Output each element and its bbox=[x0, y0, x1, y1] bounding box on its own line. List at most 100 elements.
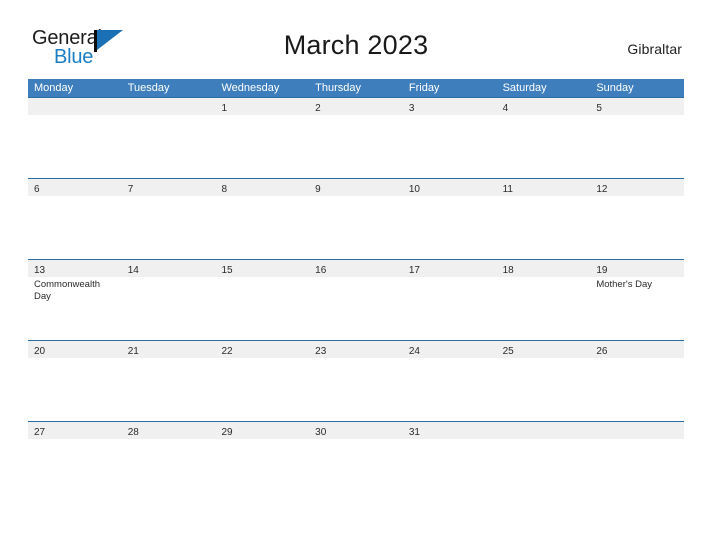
day-number-band: 9 bbox=[309, 179, 403, 196]
day-number-band: 4 bbox=[496, 98, 591, 115]
day-number-band: 8 bbox=[215, 179, 310, 196]
day-number-band: 27 bbox=[28, 422, 122, 439]
day-number: 22 bbox=[221, 346, 233, 357]
day-cell-26[interactable]: 26 bbox=[590, 341, 685, 421]
day-number-band: 12 bbox=[590, 179, 685, 196]
day-number: 24 bbox=[408, 346, 420, 357]
day-cell-13[interactable]: 13 Commonwealth Day bbox=[28, 260, 122, 340]
day-number-band: 3 bbox=[402, 98, 497, 115]
day-number: 5 bbox=[596, 103, 602, 114]
day-cell-15[interactable]: 15 bbox=[215, 260, 310, 340]
day-cell-31[interactable]: 31 bbox=[402, 422, 497, 451]
day-cell-21[interactable]: 21 bbox=[121, 341, 216, 421]
day-number-band bbox=[121, 98, 216, 115]
day-number: 4 bbox=[502, 103, 509, 114]
day-number-band: 28 bbox=[121, 422, 216, 439]
day-number: 31 bbox=[408, 427, 420, 438]
day-cell-1[interactable]: 1 bbox=[215, 98, 310, 178]
calendar-weeks: 1 2 3 4 5 6 7 8 9 10 11 12 13 Commonwealth Day 14 15 16 1… bbox=[28, 97, 685, 451]
day-number-band: 26 bbox=[590, 341, 685, 358]
event-label: Commonwealth Day bbox=[34, 279, 100, 302]
day-cell-27[interactable]: 27 bbox=[28, 422, 122, 451]
day-number-band: 21 bbox=[121, 341, 216, 358]
day-number-band: 5 bbox=[590, 98, 685, 115]
day-number-band: 18 bbox=[496, 260, 591, 277]
weekday-header-thursday: Thursday bbox=[315, 82, 362, 94]
day-number-band: 17 bbox=[402, 260, 497, 277]
week-row: 1 2 3 4 5 bbox=[28, 97, 685, 178]
day-cell-22[interactable]: 22 bbox=[215, 341, 310, 421]
weekday-header-sunday: Sunday bbox=[596, 82, 634, 94]
weekday-header-wednesday: Wednesday bbox=[221, 82, 280, 94]
day-number: 10 bbox=[408, 184, 420, 195]
day-cell-24[interactable]: 24 bbox=[402, 341, 497, 421]
weekday-header-tuesday: Tuesday bbox=[127, 82, 170, 94]
day-number-band: 30 bbox=[309, 422, 403, 439]
day-number-band: 10 bbox=[402, 179, 497, 196]
day-number-band: 25 bbox=[496, 341, 591, 358]
page-header: General Blue March 2023 Gibraltar bbox=[0, 0, 712, 76]
day-number-band: 31 bbox=[402, 422, 497, 439]
day-number: 9 bbox=[315, 184, 321, 195]
day-cell-23[interactable]: 23 bbox=[309, 341, 403, 421]
day-number: 6 bbox=[34, 184, 40, 195]
day-cell-7[interactable]: 7 bbox=[121, 179, 216, 259]
day-cell-4[interactable]: 4 bbox=[496, 98, 591, 178]
day-number: 7 bbox=[127, 184, 134, 195]
day-cell-12[interactable]: 12 bbox=[590, 179, 685, 259]
day-number-band: 11 bbox=[496, 179, 591, 196]
week-row: 20 21 22 23 24 25 26 bbox=[28, 340, 685, 421]
day-cell-11[interactable]: 11 bbox=[496, 179, 591, 259]
day-cell-empty bbox=[28, 98, 122, 178]
day-number: 14 bbox=[127, 265, 139, 276]
day-cell-17[interactable]: 17 bbox=[402, 260, 497, 340]
calendar-grid: Monday Tuesday Wednesday Thursday Friday Satu… bbox=[28, 79, 685, 451]
day-number: 28 bbox=[127, 427, 139, 438]
day-number-band: 13 bbox=[28, 260, 122, 277]
day-cell-empty bbox=[496, 422, 591, 451]
day-number-band: 1 bbox=[215, 98, 310, 115]
day-cell-5[interactable]: 5 bbox=[590, 98, 685, 178]
day-number-band: 2 bbox=[309, 98, 403, 115]
day-number: 30 bbox=[315, 427, 327, 438]
weekday-header-row: Monday Tuesday Wednesday Thursday Friday Satu… bbox=[28, 79, 684, 97]
day-number-band bbox=[496, 422, 591, 439]
day-cell-29[interactable]: 29 bbox=[215, 422, 310, 451]
day-cell-empty bbox=[590, 422, 685, 451]
day-number-band bbox=[28, 98, 122, 115]
day-events: Mother's Day bbox=[590, 277, 684, 291]
day-number: 29 bbox=[221, 427, 233, 438]
day-cell-6[interactable]: 6 bbox=[28, 179, 122, 259]
day-number-band: 16 bbox=[309, 260, 403, 277]
day-number-band: 19 bbox=[590, 260, 685, 277]
day-number: 11 bbox=[502, 184, 513, 195]
day-number: 25 bbox=[502, 346, 514, 357]
day-cell-19[interactable]: 19 Mother's Day bbox=[590, 260, 685, 340]
day-cell-14[interactable]: 14 bbox=[121, 260, 216, 340]
day-cell-2[interactable]: 2 bbox=[309, 98, 403, 178]
day-cell-10[interactable]: 10 bbox=[402, 179, 497, 259]
weekday-header-friday: Friday bbox=[408, 82, 440, 94]
day-cell-9[interactable]: 9 bbox=[309, 179, 403, 259]
day-cell-18[interactable]: 18 bbox=[496, 260, 591, 340]
day-cell-30[interactable]: 30 bbox=[309, 422, 403, 451]
day-cell-28[interactable]: 28 bbox=[121, 422, 216, 451]
day-cell-3[interactable]: 3 bbox=[402, 98, 497, 178]
event-label: Mother's Day bbox=[596, 279, 652, 290]
day-number: 2 bbox=[315, 103, 321, 114]
day-number-band bbox=[590, 422, 685, 439]
day-cell-8[interactable]: 8 bbox=[215, 179, 310, 259]
day-cell-16[interactable]: 16 bbox=[309, 260, 403, 340]
day-cell-empty bbox=[121, 98, 216, 178]
day-number: 8 bbox=[221, 184, 227, 195]
calendar-page: General Blue March 2023 Gibraltar Monday… bbox=[0, 0, 712, 550]
day-number: 20 bbox=[34, 346, 46, 357]
day-cell-25[interactable]: 25 bbox=[496, 341, 591, 421]
week-row: 13 Commonwealth Day 14 15 16 17 18 19 Mother's D… bbox=[28, 259, 685, 340]
day-number: 1 bbox=[221, 103, 227, 114]
day-number: 16 bbox=[315, 265, 327, 276]
day-number-band: 29 bbox=[215, 422, 310, 439]
day-events: Commonwealth Day bbox=[28, 277, 122, 303]
page-title: March 2023 bbox=[283, 30, 429, 60]
day-cell-20[interactable]: 20 bbox=[28, 341, 122, 421]
